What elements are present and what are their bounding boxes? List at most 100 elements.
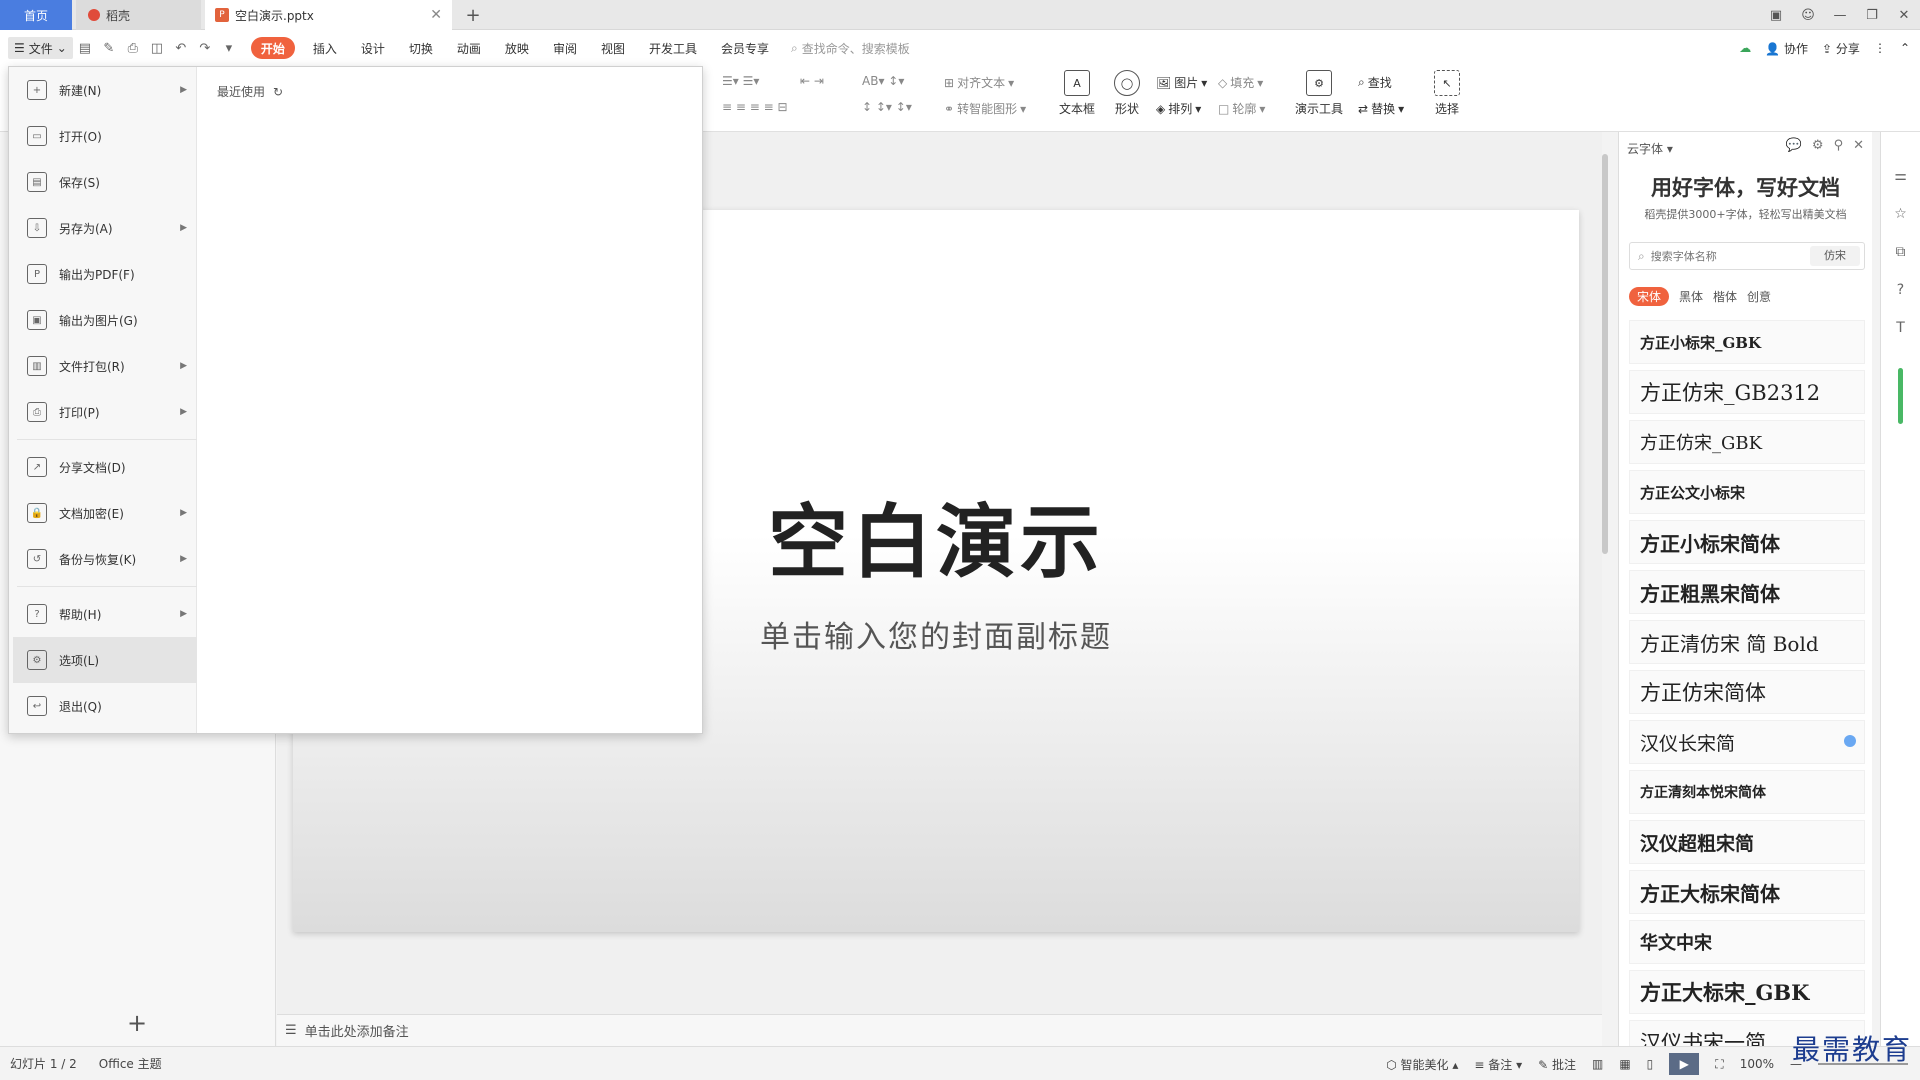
file-menu-item-13[interactable]: ↩ 退出(Q) (13, 683, 197, 729)
font-list-item[interactable]: 方正清刻本悦宋简体 (1629, 770, 1865, 814)
beautify-button[interactable]: ⬡ 智能美化 ▴ (1386, 1056, 1458, 1073)
tab-ribbon-8[interactable]: 开发工具 (637, 37, 709, 59)
file-menu-item-5[interactable]: ▣ 输出为图片(G) (13, 297, 197, 343)
avatar[interactable]: ☺ (1792, 0, 1824, 30)
fill-button[interactable]: ◇ 填充 ▾ (1218, 74, 1263, 91)
new-tab-button[interactable]: + (460, 0, 486, 30)
file-menu-item-6[interactable]: ▥ 文件打包(R) ▶ (13, 343, 197, 389)
share-button[interactable]: ⇪ 分享 (1822, 40, 1860, 57)
font-category-3[interactable]: 创意 (1747, 288, 1771, 305)
font-search-field[interactable]: ⌕ 仿宋 (1629, 242, 1865, 270)
file-menu-item-1[interactable]: ▭ 打开(O) (13, 113, 197, 159)
preview-icon[interactable]: ◫ (145, 41, 169, 56)
tab-ribbon-0[interactable]: 开始 (250, 37, 295, 59)
restore-icon[interactable]: ❐ (1856, 0, 1888, 30)
textbox-button[interactable]: A 文本框 (1052, 70, 1102, 117)
brush-icon[interactable]: ✎ (97, 41, 121, 56)
close-icon[interactable]: ✕ (1853, 138, 1864, 153)
outline-button[interactable]: □ 轮廓 ▾ (1218, 100, 1265, 117)
star-icon[interactable]: ☆ (1894, 206, 1907, 222)
font-category-0[interactable]: 宋体 (1629, 287, 1670, 306)
align-text-button[interactable]: ⊞ 对齐文本 ▾ (944, 74, 1014, 91)
fit-icon[interactable]: ⛶ (1715, 1057, 1723, 1072)
save-icon[interactable]: ▤ (73, 41, 97, 56)
comments-button[interactable]: ✎ 批注 (1538, 1056, 1576, 1073)
command-search[interactable]: ⌕ 查找命令、搜索模板 (791, 40, 910, 57)
close-window-icon[interactable]: ✕ (1888, 0, 1920, 30)
font-list-item[interactable]: 方正清仿宋 简 Bold (1629, 620, 1865, 664)
play-slideshow-button[interactable]: ▶ (1669, 1053, 1700, 1075)
canvas-scrollbar[interactable] (1600, 140, 1610, 1020)
font-list-item[interactable]: 方正仿宋简体 (1629, 670, 1865, 714)
presentation-tools-button[interactable]: ⚙ 演示工具 (1290, 70, 1348, 117)
zoom-level[interactable]: 100% (1740, 1057, 1774, 1071)
replace-button[interactable]: ⇄ 替换 ▾ (1358, 100, 1404, 117)
font-list-item[interactable]: 汉仪超粗宋简 (1629, 820, 1865, 864)
tab-ribbon-2[interactable]: 设计 (349, 37, 397, 59)
tab-ribbon-5[interactable]: 放映 (493, 37, 541, 59)
picture-button[interactable]: 🖼 图片 ▾ (1156, 74, 1207, 91)
font-panel-header[interactable]: 云字体 ▾ (1627, 140, 1673, 157)
reading-view-icon[interactable]: ▯ (1647, 1057, 1654, 1071)
normal-view-icon[interactable]: ▥ (1592, 1057, 1603, 1071)
chat-icon[interactable]: 💬 (1786, 138, 1802, 153)
scrollbar-thumb[interactable] (1602, 154, 1608, 554)
more-icon[interactable]: ▾ (217, 41, 241, 56)
tab-document[interactable]: P 空白演示.pptx ✕ (205, 0, 452, 30)
font-list-item[interactable]: 方正仿宋_GBK (1629, 420, 1865, 464)
help-icon[interactable]: ? (1897, 282, 1904, 298)
font-list-item[interactable]: 华文中宋 (1629, 920, 1865, 964)
layout-icon[interactable]: ▣ (1760, 0, 1792, 30)
font-list-item[interactable]: 方正小标宋_GBK (1629, 320, 1865, 364)
collapse-ribbon-icon[interactable]: ⌃ (1900, 41, 1910, 55)
bullets-icon[interactable]: ☰▾ ☰▾ (722, 74, 759, 88)
font-category-2[interactable]: 楷体 (1713, 288, 1737, 305)
collab-button[interactable]: 👤 协作 (1765, 40, 1808, 57)
file-menu-item-12[interactable]: ⚙ 选项(L) (13, 637, 197, 683)
font-search-input[interactable] (1650, 249, 1801, 263)
more-options-icon[interactable]: ⋮ (1874, 41, 1886, 55)
notes-bar[interactable]: ☰ 单击此处添加备注 (277, 1014, 1602, 1046)
print-icon[interactable]: ⎙ (121, 41, 145, 56)
file-menu-item-9[interactable]: 🔒 文档加密(E) ▶ (13, 490, 197, 536)
gear-icon[interactable]: ⚙ (1812, 138, 1824, 153)
close-tab-icon[interactable]: ✕ (430, 7, 442, 23)
font-category-1[interactable]: 黑体 (1679, 288, 1703, 305)
grid-view-icon[interactable]: ▦ (1619, 1057, 1630, 1071)
file-menu-button[interactable]: ☰ 文件 ⌄ (8, 37, 73, 59)
font-list-item[interactable]: 方正大标宋简体 (1629, 870, 1865, 914)
tab-ribbon-3[interactable]: 切换 (397, 37, 445, 59)
text-icon[interactable]: T (1896, 320, 1905, 336)
find-button[interactable]: ⌕ 查找 (1358, 74, 1392, 91)
tab-ribbon-7[interactable]: 视图 (589, 37, 637, 59)
redo-icon[interactable]: ↷ (193, 41, 217, 56)
smart-shape-button[interactable]: ⚭ 转智能图形 ▾ (944, 100, 1026, 117)
file-menu-item-8[interactable]: ↗ 分享文档(D) (13, 444, 197, 490)
font-list-item[interactable]: 汉仪长宋简 (1629, 720, 1865, 764)
paragraph-align-icon[interactable]: ≡ ≡ ≡ ≡ ⊟ (722, 100, 788, 114)
indent-icon[interactable]: ⇤ ⇥ (800, 74, 824, 88)
cloud-sync-icon[interactable]: ☁ (1739, 41, 1751, 55)
file-menu-item-11[interactable]: ? 帮助(H) ▶ (13, 591, 197, 637)
add-slide-button[interactable]: + (124, 1010, 150, 1036)
arrange-button[interactable]: ◈ 排列 ▾ (1156, 100, 1201, 117)
refresh-icon[interactable]: ↻ (273, 85, 283, 99)
file-menu-item-10[interactable]: ↺ 备份与恢复(K) ▶ (13, 536, 197, 582)
line-spacing-icon[interactable]: ↕ ↕▾ ↕▾ (862, 100, 912, 114)
font-list-item[interactable]: 方正粗黑宋简体 (1629, 570, 1865, 614)
minimize-icon[interactable]: — (1824, 0, 1856, 30)
adjust-icon[interactable]: ⚌ (1894, 168, 1907, 184)
file-menu-item-2[interactable]: ▤ 保存(S) (13, 159, 197, 205)
tab-home[interactable]: 首页 (0, 0, 72, 30)
undo-icon[interactable]: ↶ (169, 41, 193, 56)
file-menu-item-3[interactable]: ⇩ 另存为(A) ▶ (13, 205, 197, 251)
notes-toggle-button[interactable]: ≡ 备注 ▾ (1474, 1056, 1522, 1073)
tab-ribbon-1[interactable]: 插入 (301, 37, 349, 59)
pin-icon[interactable]: ⚲ (1834, 138, 1844, 153)
tab-docer[interactable]: 稻壳 (76, 0, 201, 30)
font-list-item[interactable]: 方正小标宋简体 (1629, 520, 1865, 564)
file-menu-item-0[interactable]: + 新建(N) ▶ (13, 67, 197, 113)
file-menu-item-4[interactable]: P 输出为PDF(F) (13, 251, 197, 297)
copy-icon[interactable]: ⧉ (1896, 244, 1906, 260)
font-list-item[interactable]: 方正大标宋_GBK (1629, 970, 1865, 1014)
